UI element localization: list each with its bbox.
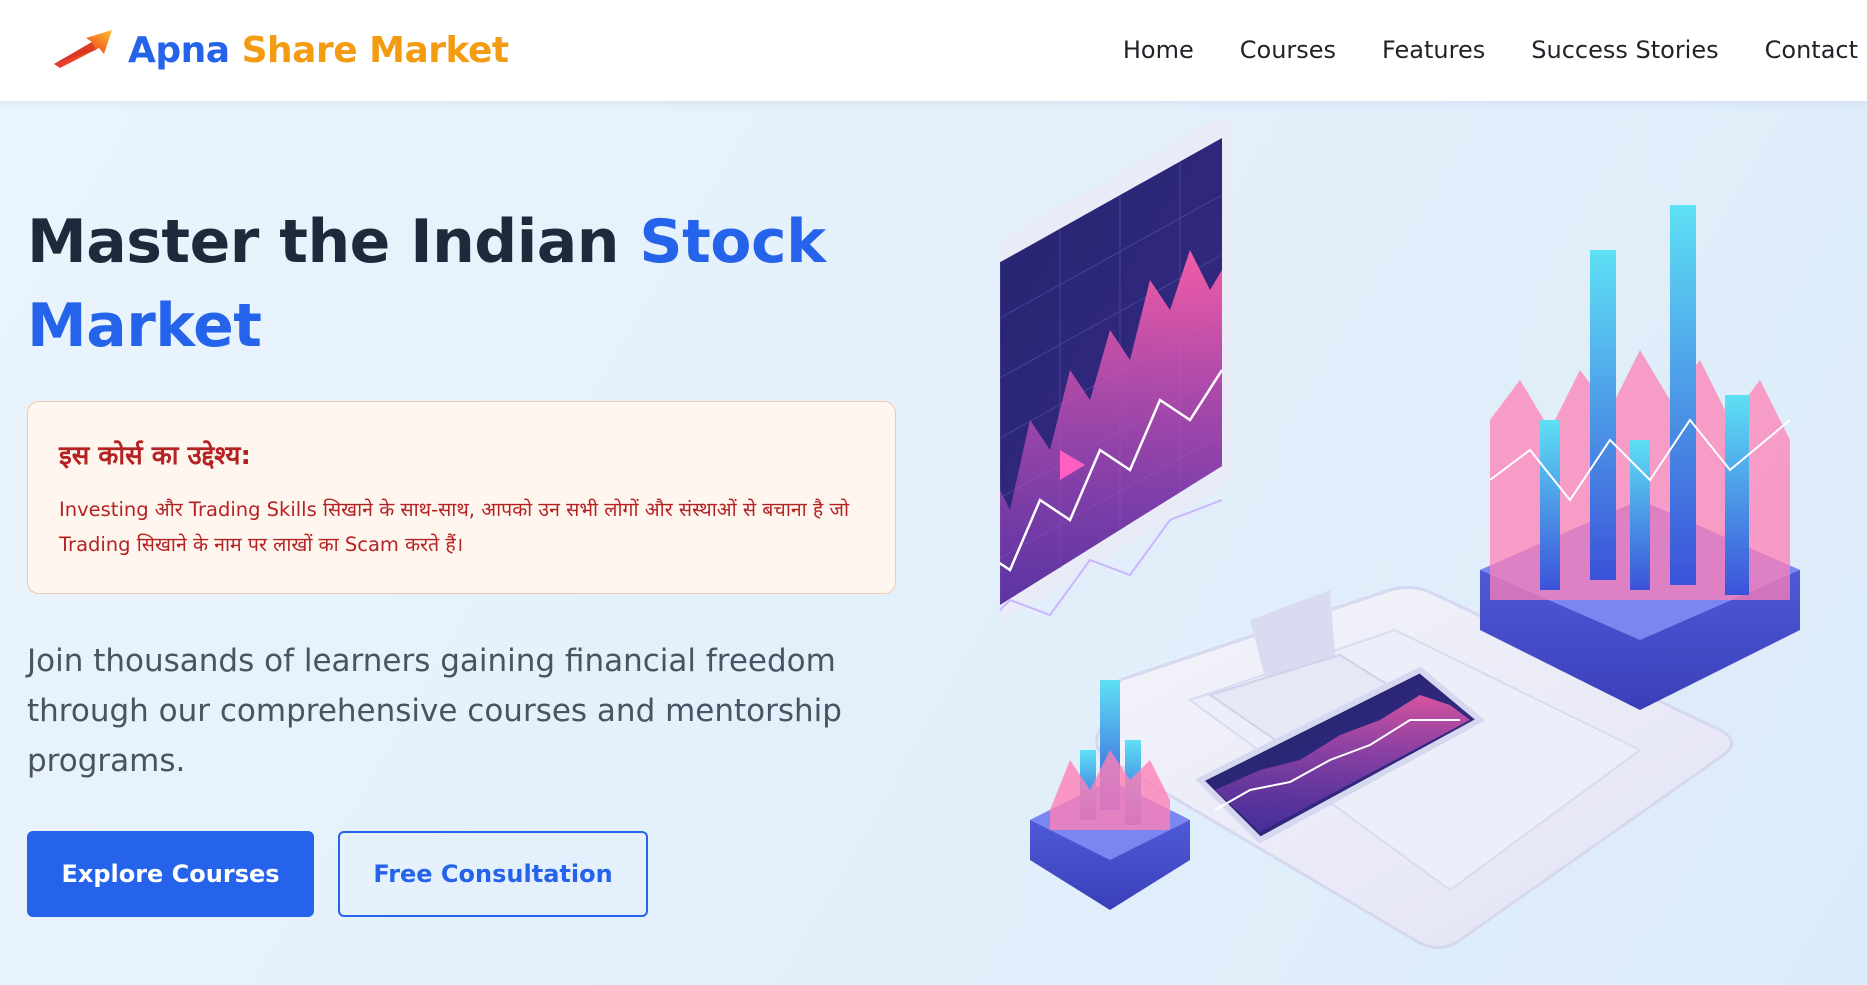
nav-link-features[interactable]: Features bbox=[1382, 36, 1485, 64]
main-nav: Home Courses Features Success Stories Co… bbox=[1077, 26, 1858, 74]
free-consultation-button[interactable]: Free Consultation bbox=[338, 831, 648, 917]
brand-name-part2: Share Market bbox=[241, 29, 510, 71]
rising-arrow-logo-icon bbox=[54, 30, 112, 68]
objective-heading: इस कोर्स का उद्देश्य: bbox=[59, 441, 251, 471]
hero-title-main: Master the Indian bbox=[27, 207, 620, 277]
course-objective-box: इस कोर्स का उद्देश्य: Investing और Tradi… bbox=[27, 401, 896, 594]
brand-name-part1: Apna bbox=[128, 29, 230, 71]
nav-link-home[interactable]: Home bbox=[1123, 36, 1194, 64]
nav-link-success-stories[interactable]: Success Stories bbox=[1531, 36, 1718, 64]
brand-logo-link[interactable]: Apna Share Market bbox=[52, 22, 509, 78]
site-header: Apna Share Market Home Courses Features … bbox=[0, 0, 1867, 101]
explore-courses-button[interactable]: Explore Courses bbox=[27, 831, 314, 917]
stock-market-dashboard-illustration-icon bbox=[1000, 120, 1800, 949]
nav-link-contact[interactable]: Contact bbox=[1765, 36, 1858, 64]
brand-name: Apna Share Market bbox=[128, 30, 509, 71]
hero-description: Join thousands of learners gaining finan… bbox=[27, 643, 842, 779]
hero-title: Master the Indian Stock Market bbox=[27, 200, 927, 368]
nav-link-courses[interactable]: Courses bbox=[1240, 36, 1336, 64]
objective-text: Investing और Trading Skills सिखाने के सा… bbox=[59, 498, 850, 556]
